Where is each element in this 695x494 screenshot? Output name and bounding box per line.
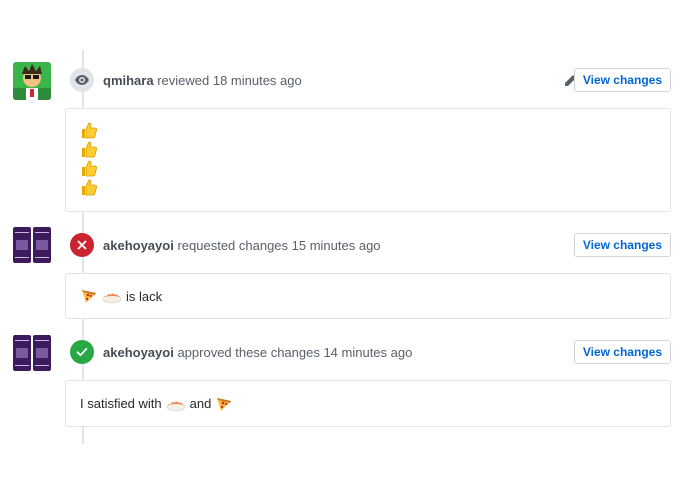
review-action: reviewed 18 minutes ago (157, 73, 302, 88)
thumbs-up-icon (82, 160, 97, 177)
status-badge-commented (70, 68, 94, 92)
review-comment-text: I satisfied with (80, 396, 162, 411)
review-comment-text: is lack (126, 288, 163, 304)
review-action: requested changes 15 minutes ago (177, 238, 381, 253)
check-icon (76, 347, 88, 357)
pizza-icon (217, 397, 232, 411)
sushi-icon (102, 292, 122, 304)
review-action: approved these changes 14 minutes ago (177, 345, 413, 360)
view-changes-button[interactable]: View changes (573, 340, 671, 364)
eye-icon (75, 75, 89, 85)
review-comment-text: and (189, 396, 212, 411)
status-badge-approved (70, 340, 94, 364)
review-comment-body: I satisfied with and (65, 380, 671, 427)
view-changes-button[interactable]: View changes (573, 68, 671, 92)
thumbs-up-icon (82, 141, 97, 158)
avatar-akehoyayoi[interactable] (13, 334, 51, 372)
x-icon (77, 240, 87, 250)
review-comment-body: is lack (65, 273, 671, 319)
avatar-akehoyayoi[interactable] (13, 226, 51, 264)
avatar-qmihara[interactable] (13, 62, 51, 100)
thumbs-up-icon (82, 179, 97, 196)
review-header: akehoyayoi requested changes 15 minutes … (103, 238, 381, 254)
review-header: qmihara reviewed 18 minutes ago (103, 73, 302, 89)
review-author-link[interactable]: qmihara (103, 73, 154, 88)
view-changes-button[interactable]: View changes (573, 233, 671, 257)
review-header: akehoyayoi approved these changes 14 min… (103, 345, 412, 361)
review-author-link[interactable]: akehoyayoi (103, 345, 174, 360)
thumbs-up-icon (82, 122, 97, 139)
pizza-icon (82, 290, 96, 303)
review-comment-body (65, 108, 671, 212)
status-badge-changes-requested (70, 233, 94, 257)
review-author-link[interactable]: akehoyayoi (103, 238, 174, 253)
sushi-icon (166, 400, 185, 411)
